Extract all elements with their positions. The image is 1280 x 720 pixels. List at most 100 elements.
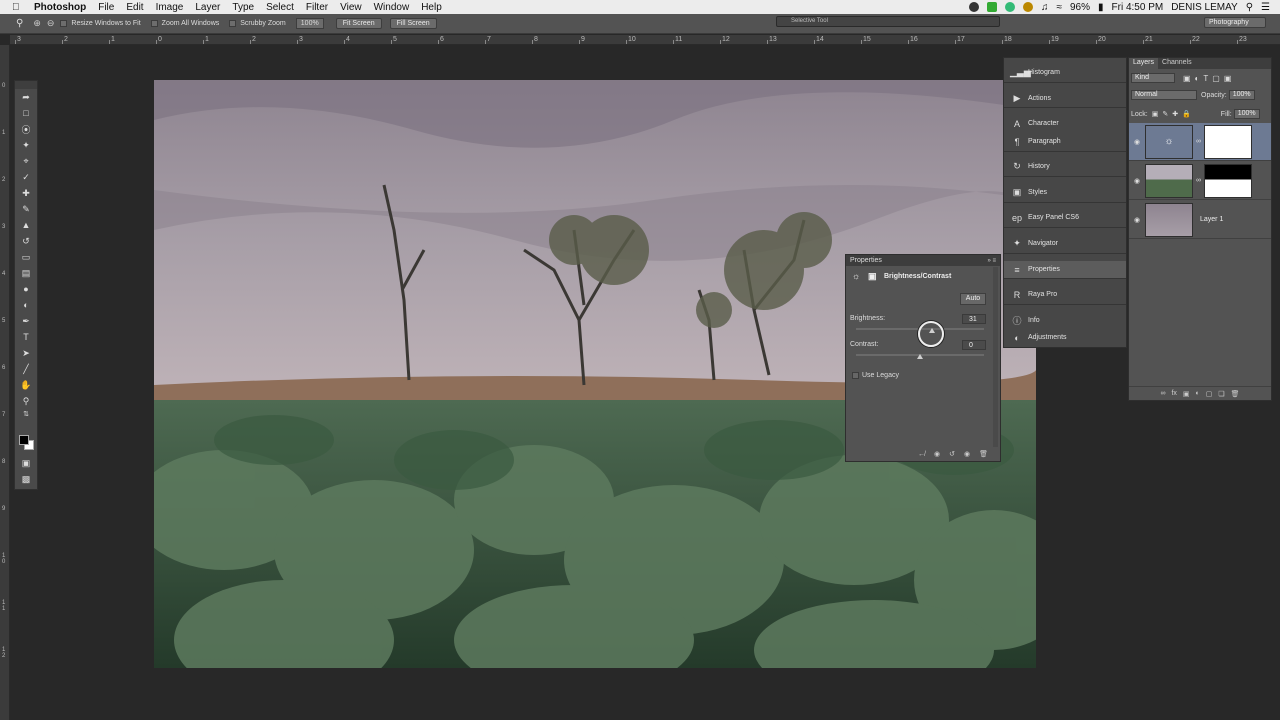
layer-row-adjustment[interactable]: ◉ ☼ ∞	[1129, 123, 1271, 161]
dock-item-character[interactable]: A Character	[1004, 115, 1126, 132]
marquee-tool-icon[interactable]: □	[15, 105, 37, 121]
dock-item-navigator[interactable]: ✦ Navigator	[1004, 235, 1126, 252]
menu-file[interactable]: File	[98, 2, 114, 13]
new-group-icon[interactable]: ▢	[1206, 390, 1213, 398]
dock-item-info[interactable]: ⓘ Info	[1004, 312, 1126, 329]
visibility-eye-icon[interactable]: ◉	[1129, 216, 1145, 224]
menu-window[interactable]: Window	[374, 2, 410, 13]
zoom-tool-icon[interactable]: ⚲	[16, 18, 23, 29]
blur-tool-icon[interactable]: ●	[15, 281, 37, 297]
filter-kind-select[interactable]: Kind	[1131, 73, 1175, 83]
battery-icon[interactable]: ▮	[1098, 2, 1104, 13]
dock-item-histogram[interactable]: ▁▃▅ Histogram	[1004, 64, 1126, 81]
new-layer-icon[interactable]: ❏	[1218, 390, 1224, 398]
clock[interactable]: Fri 4:50 PM	[1112, 2, 1164, 13]
lock-icons[interactable]: ▣✎✚🔒	[1152, 110, 1195, 118]
clone-stamp-tool-icon[interactable]: ▲	[15, 217, 37, 233]
menu-layer[interactable]: Layer	[195, 2, 220, 13]
auto-button[interactable]: Auto	[960, 293, 986, 305]
type-tool-icon[interactable]: T	[15, 329, 37, 345]
menu-view[interactable]: View	[340, 2, 362, 13]
zoom-tool-icon-2[interactable]: ⚲	[15, 393, 37, 409]
selective-tool-window[interactable]: Selective Tool	[776, 16, 1000, 27]
menu-filter[interactable]: Filter	[306, 2, 328, 13]
add-mask-icon[interactable]: ▣	[1183, 390, 1190, 398]
panel-menu-icon[interactable]: » ≡	[987, 258, 996, 264]
layer-row-masked[interactable]: ◉ ∞	[1129, 162, 1271, 200]
lasso-tool-icon[interactable]: ⦿	[15, 121, 37, 137]
tools-panel-header[interactable]	[15, 81, 37, 89]
evernote-icon[interactable]	[986, 2, 997, 12]
properties-scrollbar[interactable]	[993, 267, 998, 447]
fill-screen-button[interactable]: Fill Screen	[389, 18, 437, 29]
filter-type-icons[interactable]: ▣◐T▢▣	[1183, 74, 1235, 83]
layer-name[interactable]: Layer 1	[1200, 216, 1223, 223]
link-layers-icon[interactable]: ∞	[1160, 390, 1165, 397]
layer-mask-thumbnail[interactable]	[1204, 163, 1252, 198]
dock-item-adjustments[interactable]: ◐ Adjustments	[1004, 329, 1126, 346]
zoom-all-checkbox[interactable]: Zoom All Windows	[150, 20, 219, 27]
app-menu[interactable]: Photoshop	[34, 2, 86, 13]
history-brush-tool-icon[interactable]: ↺	[15, 233, 37, 249]
dock-item-raya-pro[interactable]: R Raya Pro	[1004, 286, 1126, 303]
tab-layers[interactable]: Layers	[1129, 58, 1159, 69]
link-icon[interactable]: ∞	[1196, 138, 1201, 145]
visibility-icon[interactable]: ◉	[964, 450, 970, 458]
menu-edit[interactable]: Edit	[126, 2, 143, 13]
eraser-tool-icon[interactable]: ▭	[15, 249, 37, 265]
link-icon[interactable]: ∞	[1196, 177, 1201, 184]
app-status-icon[interactable]	[1004, 2, 1015, 12]
resize-windows-checkbox[interactable]: Resize Windows to Fit	[60, 20, 141, 27]
shape-tool-icon[interactable]: ╱	[15, 361, 37, 377]
visibility-eye-icon[interactable]: ◉	[1129, 177, 1145, 185]
move-tool-icon[interactable]: ➦	[15, 89, 37, 105]
gradient-tool-icon[interactable]: ▤	[15, 265, 37, 281]
view-previous-icon[interactable]: ◉	[934, 450, 940, 458]
dodge-tool-icon[interactable]: ◐	[15, 297, 37, 313]
wacom-icon[interactable]	[1022, 2, 1033, 12]
delete-icon[interactable]: 🗑	[979, 450, 988, 458]
brush-tool-icon[interactable]: ✎	[15, 201, 37, 217]
layer-row-layer-1[interactable]: ◉ Layer 1	[1129, 201, 1271, 239]
record-icon[interactable]	[968, 2, 979, 12]
volume-icon[interactable]: ♫	[1041, 2, 1049, 13]
search-icon[interactable]: ⚲	[1246, 2, 1253, 13]
healing-brush-tool-icon[interactable]: ✚	[15, 185, 37, 201]
menu-image[interactable]: Image	[156, 2, 184, 13]
quick-mask-icon[interactable]: ▣	[15, 455, 37, 471]
pen-tool-icon[interactable]: ✒	[15, 313, 37, 329]
dock-item-paragraph[interactable]: ¶ Paragraph	[1004, 133, 1126, 150]
use-legacy-checkbox[interactable]	[852, 372, 859, 379]
blend-mode-select[interactable]: Normal	[1131, 90, 1197, 100]
fit-screen-button[interactable]: Fit Screen	[335, 18, 382, 29]
quick-select-tool-icon[interactable]: ✦	[15, 137, 37, 153]
mask-icon[interactable]: ▣	[868, 271, 878, 281]
clip-to-layer-icon[interactable]: ↚	[918, 451, 925, 458]
zoom-out-icon[interactable]: ⊖	[47, 18, 55, 29]
foreground-color-swatch[interactable]	[19, 435, 29, 445]
dock-item-properties[interactable]: ≡ Properties	[1004, 261, 1126, 278]
tab-channels[interactable]: Channels	[1158, 58, 1196, 69]
delete-layer-icon[interactable]: 🗑	[1231, 390, 1240, 398]
new-adjustment-icon[interactable]: ◐	[1196, 390, 1200, 397]
reset-icon[interactable]: ↺	[949, 450, 955, 458]
contrast-input[interactable]: 0	[962, 340, 986, 350]
swap-colors-icon[interactable]: ⇅	[15, 409, 37, 419]
notifications-icon[interactable]: ☰	[1261, 2, 1270, 13]
properties-header[interactable]: Properties » ≡	[846, 255, 1000, 266]
menu-type[interactable]: Type	[232, 2, 254, 13]
crop-tool-icon[interactable]: ⌖	[15, 153, 37, 169]
wifi-icon[interactable]: ≈	[1056, 2, 1062, 13]
menu-help[interactable]: Help	[421, 2, 442, 13]
fx-icon[interactable]: fx	[1171, 390, 1176, 397]
zoom-in-icon[interactable]: ⊕	[33, 18, 41, 29]
scrubby-zoom-checkbox[interactable]: Scrubby Zoom	[229, 20, 286, 27]
fill-input[interactable]: 100%	[1233, 109, 1260, 119]
hand-tool-icon[interactable]: ✋	[15, 377, 37, 393]
opacity-input[interactable]: 100%	[1228, 90, 1255, 100]
brightness-input[interactable]: 31	[962, 314, 986, 324]
user-name[interactable]: DENIS LEMAY	[1171, 2, 1238, 13]
contrast-slider-thumb[interactable]	[917, 354, 923, 359]
eyedropper-tool-icon[interactable]: ✓	[15, 169, 37, 185]
layer-mask-thumbnail[interactable]	[1204, 124, 1252, 159]
